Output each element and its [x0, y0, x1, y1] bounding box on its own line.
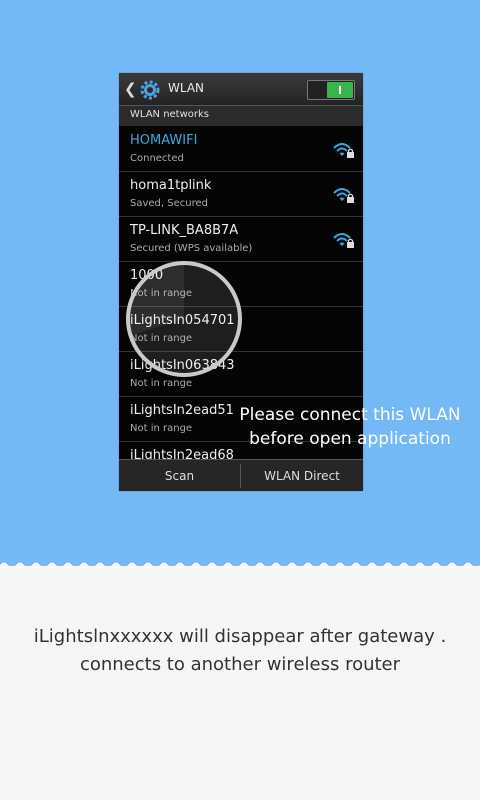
network-status: Secured (WPS available)	[130, 243, 253, 254]
network-item[interactable]: HOMAWIFI Connected	[119, 127, 363, 172]
network-status: Not in range	[130, 378, 193, 389]
network-name: iLightsIn2ead51	[130, 403, 234, 418]
section-header: WLAN networks	[119, 106, 363, 126]
caption-line1: iLightslnxxxxxx will disappear after gat…	[33, 626, 447, 647]
wifi-secured-icon	[333, 188, 354, 203]
overlay-instruction-line1: Please connect this WLAN	[239, 405, 461, 425]
network-status: Saved, Secured	[130, 198, 208, 209]
caption-panel	[0, 568, 480, 800]
network-item[interactable]: homa1tplink Saved, Secured	[119, 172, 363, 217]
overlay-instruction-line2: before open application	[249, 429, 451, 449]
wlan-bottom-bar: Scan WLAN Direct	[119, 459, 363, 491]
network-status: Connected	[130, 153, 184, 164]
network-name: TP-LINK_BA8B7A	[130, 223, 239, 238]
network-item[interactable]: TP-LINK_BA8B7A Secured (WPS available)	[119, 217, 363, 262]
section-header-label: WLAN networks	[130, 109, 210, 120]
wlan-titlebar: ❮ WLAN	[119, 73, 363, 106]
network-name: HOMAWIFI	[130, 133, 198, 148]
wlan-direct-button[interactable]: WLAN Direct	[241, 460, 363, 491]
back-chevron-icon: ❮	[124, 80, 137, 98]
gear-icon	[140, 80, 160, 100]
touch-indicator-icon	[126, 261, 242, 377]
network-status: Not in range	[130, 423, 193, 434]
toggle-knob	[327, 82, 353, 98]
network-name: homa1tplink	[130, 178, 212, 193]
wifi-secured-icon	[333, 143, 354, 158]
scan-button[interactable]: Scan	[119, 460, 240, 491]
wlan-toggle[interactable]	[307, 80, 355, 100]
caption-line2: connects to another wireless router	[79, 654, 401, 675]
wifi-secured-icon	[333, 233, 354, 248]
wlan-title: WLAN	[168, 81, 205, 95]
